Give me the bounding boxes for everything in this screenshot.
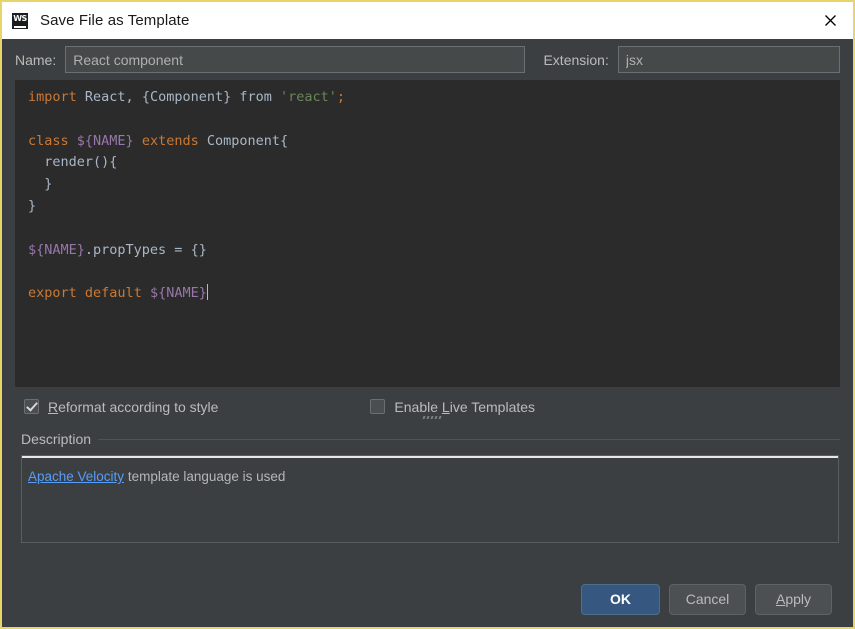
reformat-checkbox-label: Reformat according to style xyxy=(48,399,218,415)
template-code-text: import React, {Component} from 'react'; … xyxy=(28,87,840,305)
code-token: .propTypes = {} xyxy=(84,241,207,258)
live-templates-checkbox-label: Enable Live Templates xyxy=(394,399,535,415)
description-rest-text: template language is used xyxy=(124,469,286,484)
grip-dot xyxy=(434,416,438,419)
code-line: import React, {Component} from 'react'; xyxy=(28,87,840,109)
code-line: } xyxy=(28,196,840,218)
extension-input[interactable] xyxy=(617,46,840,73)
description-group: Description Apache Velocity template lan… xyxy=(15,426,840,572)
webstorm-icon: WS xyxy=(12,12,28,29)
description-text: Apache Velocity template language is use… xyxy=(28,469,285,484)
grip-dot xyxy=(422,416,426,419)
apply-mnemonic: A xyxy=(775,591,786,607)
code-token: default xyxy=(84,285,142,302)
code-token: import xyxy=(28,89,77,105)
description-group-title: Description xyxy=(21,431,92,447)
code-token: ${NAME} xyxy=(28,241,85,258)
name-extension-row: Name: Extension: xyxy=(15,39,840,80)
description-group-rule xyxy=(98,438,840,440)
live-templates-label-rest: ive Templates xyxy=(449,398,536,415)
description-textarea[interactable]: Apache Velocity template language is use… xyxy=(21,455,839,543)
description-textarea-inner: Apache Velocity template language is use… xyxy=(22,456,838,542)
resize-grip[interactable] xyxy=(422,413,445,419)
dialog-titlebar: WS Save File as Template xyxy=(2,2,853,39)
dialog-button-bar: OK Cancel Apply xyxy=(15,572,840,627)
options-row: Reformat according to style Enable Live … xyxy=(15,387,840,426)
code-token: } xyxy=(28,197,37,214)
description-group-title-line: Description xyxy=(15,430,840,448)
template-code-editor[interactable]: import React, {Component} from 'react'; … xyxy=(15,80,840,387)
code-line: class ${NAME} extends Component{ xyxy=(28,131,840,153)
live-templates-checkbox-row[interactable]: Enable Live Templates xyxy=(370,399,535,415)
reformat-label-rest: eformat according to style xyxy=(58,398,219,415)
grip-dot xyxy=(430,416,434,419)
code-token: class xyxy=(28,132,69,149)
ok-button[interactable]: OK xyxy=(581,584,660,615)
reformat-mnemonic: R xyxy=(48,398,59,415)
reformat-checkbox-row[interactable]: Reformat according to style xyxy=(24,399,218,415)
close-button[interactable] xyxy=(807,2,853,39)
live-templates-checkbox[interactable] xyxy=(370,399,386,414)
dialog-title: Save File as Template xyxy=(40,12,190,29)
cancel-button[interactable]: Cancel xyxy=(669,584,746,615)
name-label: Name: xyxy=(15,51,57,68)
apply-label-rest: pply xyxy=(785,591,812,607)
grip-dot xyxy=(438,416,442,419)
name-input[interactable] xyxy=(65,46,526,73)
code-token: } xyxy=(28,176,53,193)
code-line: } xyxy=(28,174,840,196)
close-icon xyxy=(824,15,836,26)
code-token: extends xyxy=(141,132,199,149)
code-token: from xyxy=(239,89,272,105)
reformat-checkbox[interactable] xyxy=(24,399,39,414)
grip-dot xyxy=(426,416,430,419)
apply-button[interactable]: Apply xyxy=(755,584,832,615)
code-token: React, xyxy=(76,89,142,105)
code-token: render(){ xyxy=(28,154,118,171)
code-line: ${NAME}.propTypes = {} xyxy=(28,240,840,262)
text-caret xyxy=(206,284,208,301)
code-token: ${NAME} xyxy=(149,285,207,302)
code-token: ${NAME} xyxy=(76,132,134,149)
save-file-as-template-dialog: WS Save File as Template Name: Extension… xyxy=(0,0,855,629)
dialog-content: Name: Extension: import React, {Componen… xyxy=(2,39,853,627)
code-token: ; xyxy=(336,89,346,105)
code-line: export default ${NAME} xyxy=(28,283,840,305)
apache-velocity-link[interactable]: Apache Velocity xyxy=(28,469,124,484)
code-token: Component{ xyxy=(198,132,289,149)
code-token: {Component} xyxy=(141,89,232,105)
code-line: render(){ xyxy=(28,152,840,174)
code-token: 'react' xyxy=(280,89,337,105)
code-token: export xyxy=(28,285,77,302)
extension-label: Extension: xyxy=(543,51,609,68)
